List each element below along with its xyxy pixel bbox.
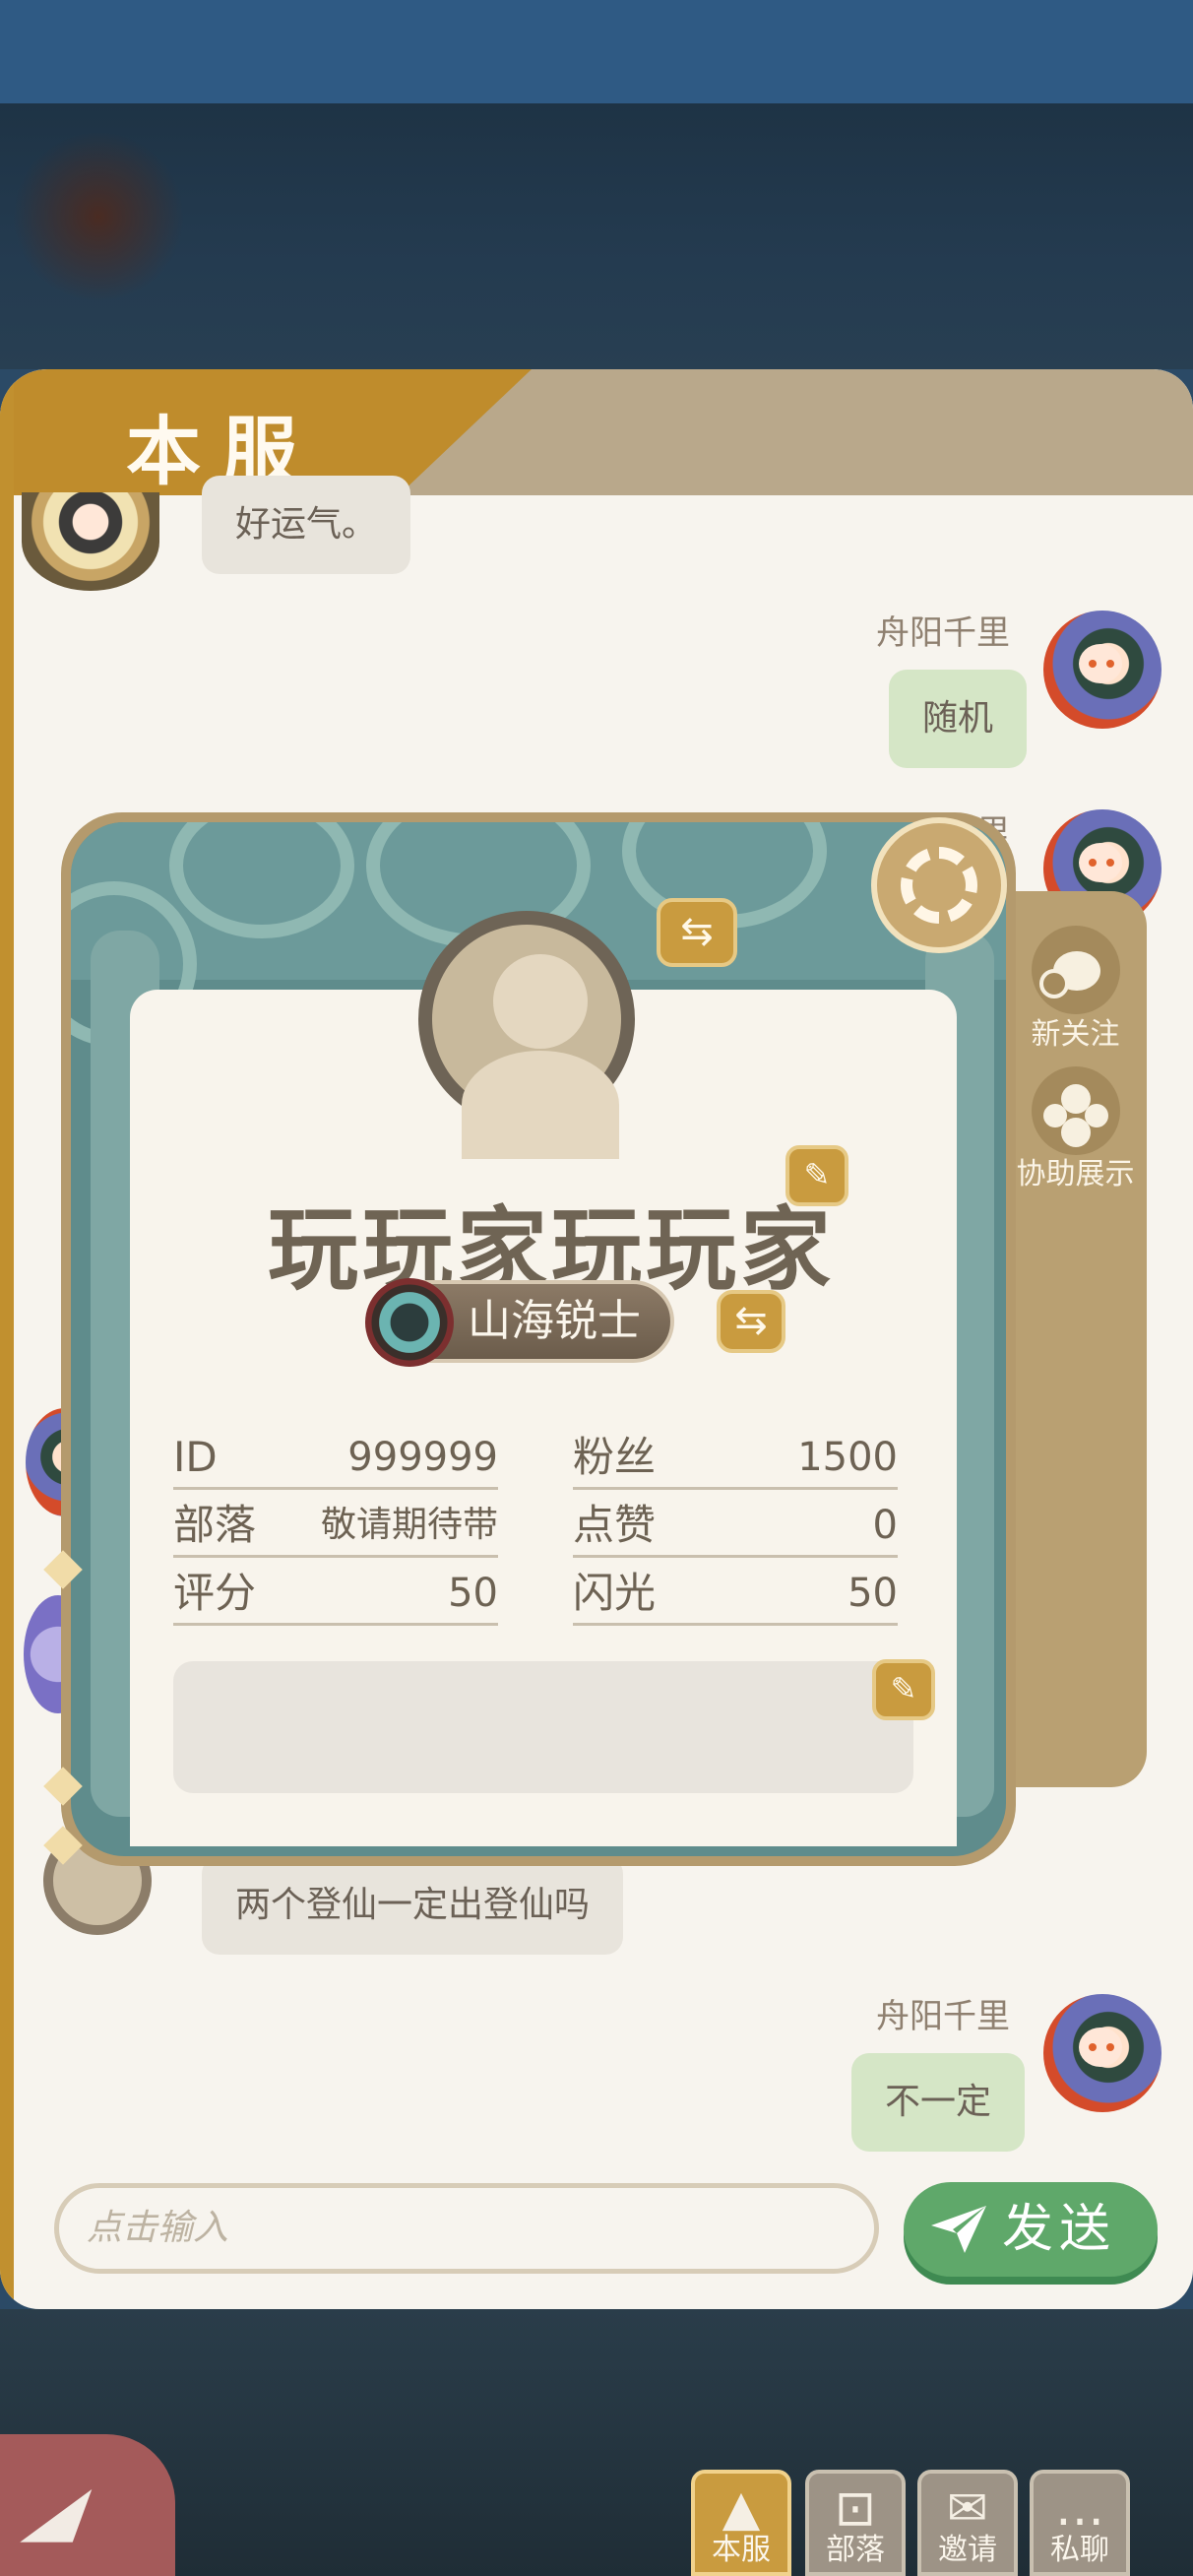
chat-bubble: 好运气。 xyxy=(202,476,411,574)
chat-input[interactable]: 点击输入 xyxy=(54,2183,879,2274)
stat-likes: 点赞 0 xyxy=(573,1496,898,1558)
nav-server-button[interactable]: ▲ 本服 xyxy=(691,2470,791,2576)
title-text: 山海锐士 xyxy=(468,1296,641,1346)
sender-name: 舟阳千里 xyxy=(876,1997,1010,2036)
signature-box[interactable] xyxy=(173,1661,913,1793)
stat-tribe: 部落 敬请期待带 xyxy=(173,1496,498,1558)
stat-rating: 评分 50 xyxy=(173,1564,498,1626)
nav-invite-button[interactable]: ✉ 邀请 xyxy=(917,2470,1018,2576)
swap-avatar-icon[interactable]: ⇆ xyxy=(657,898,737,967)
panel-edge xyxy=(0,369,14,2309)
chat-bubble: 两个登仙一定出登仙吗 xyxy=(202,1856,624,1955)
follow-button[interactable] xyxy=(1032,926,1120,1014)
avatar[interactable] xyxy=(22,492,159,591)
side-action-column: 新关注 协助展示 xyxy=(1004,891,1147,1787)
profile-avatar[interactable] xyxy=(418,911,635,1159)
corner-back-button[interactable]: ◢ xyxy=(0,2434,175,2576)
send-button[interactable]: 发送 xyxy=(904,2182,1158,2277)
send-icon xyxy=(931,2206,986,2253)
title-badge[interactable]: 山海锐士 xyxy=(365,1278,674,1367)
edit-signature-icon[interactable]: ✎ xyxy=(872,1659,935,1720)
nav-private-chat-button[interactable]: … 私聊 xyxy=(1030,2470,1130,2576)
assist-label: 协助展示 xyxy=(1016,1157,1135,1191)
edit-name-icon[interactable]: ✎ xyxy=(785,1145,848,1206)
follow-label: 新关注 xyxy=(1031,1017,1120,1052)
top-bar xyxy=(0,0,1193,103)
chat-bubble-mine: 随机 xyxy=(889,670,1028,768)
title-emblem-icon xyxy=(365,1278,454,1367)
card-emblem-icon[interactable] xyxy=(871,817,1007,953)
avatar[interactable] xyxy=(1043,1994,1162,2112)
chat-bubble-mine: 不一定 xyxy=(851,2053,1026,2152)
assist-button[interactable] xyxy=(1032,1066,1120,1155)
background-scene xyxy=(0,103,1193,369)
stat-fans: 粉丝 1500 xyxy=(573,1428,898,1490)
sender-name: 舟阳千里 xyxy=(876,613,1010,653)
stat-id: ID 999999 xyxy=(173,1428,498,1490)
back-icon: ◢ xyxy=(17,2470,99,2550)
stat-flash: 闪光 50 xyxy=(573,1564,898,1626)
nav-tribe-button[interactable]: ⊡ 部落 xyxy=(805,2470,906,2576)
swap-title-icon[interactable]: ⇆ xyxy=(717,1290,785,1353)
avatar[interactable] xyxy=(1043,611,1162,729)
